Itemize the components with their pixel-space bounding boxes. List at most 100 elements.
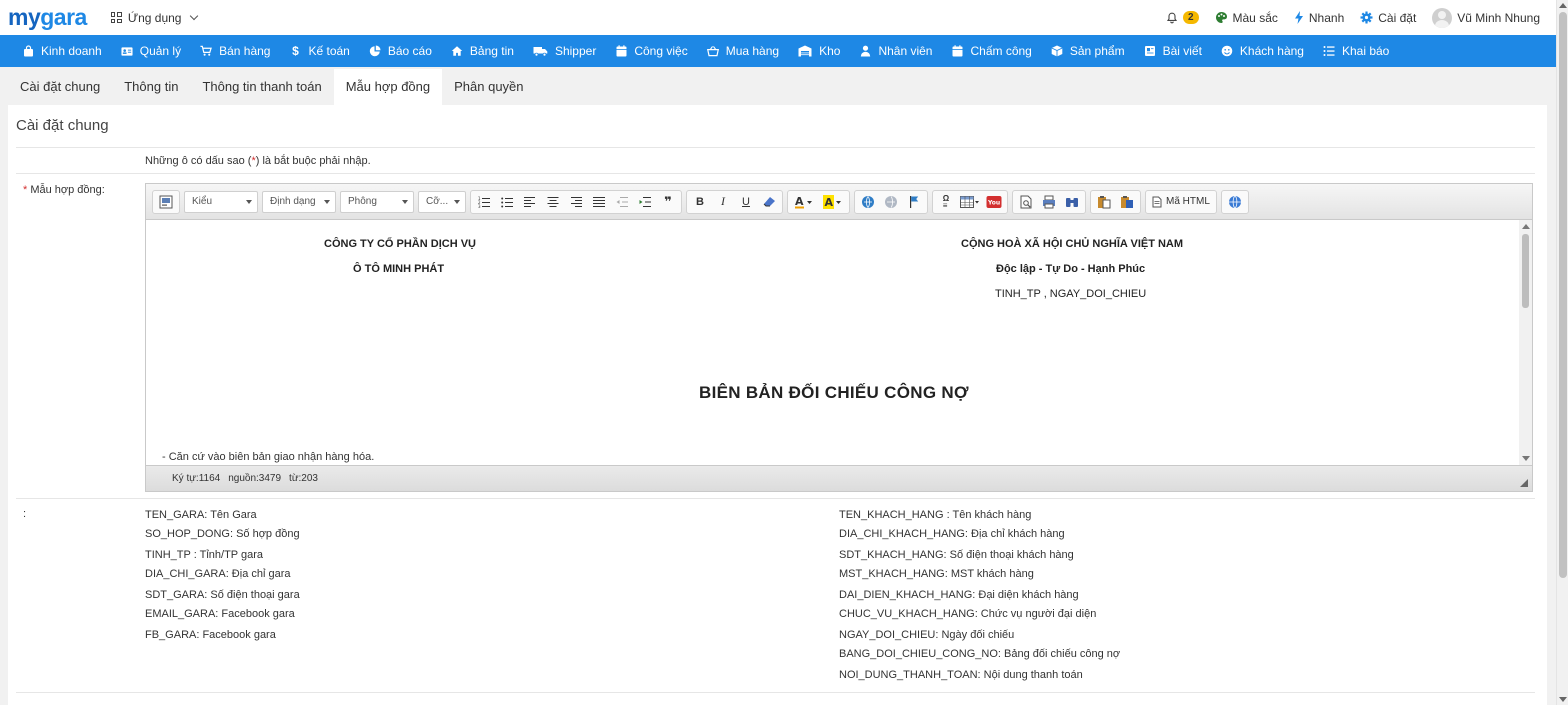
settings-button[interactable]: Cài đặt (1360, 11, 1416, 25)
underline-button[interactable]: U (735, 192, 757, 212)
page-scrollbar[interactable] (1556, 0, 1568, 705)
print-button[interactable] (1038, 192, 1060, 212)
align-center-button[interactable] (542, 192, 564, 212)
variable-item: DAI_DIEN_KHACH_HANG: Đại diện khách hàng (839, 589, 1079, 601)
insert-special-button[interactable]: Ω ≡ (935, 192, 957, 212)
mygara-logo[interactable]: mygara (8, 6, 87, 29)
nav-item-label: Nhân viên (878, 44, 933, 58)
tab-contract-template[interactable]: Mẫu hợp đồng (333, 69, 443, 105)
tab-permissions[interactable]: Phân quyền (442, 69, 535, 105)
font-size-dropdown-value: Cỡ... (426, 196, 449, 207)
nav-item-kinh-doanh[interactable]: Kinh doanh (14, 35, 113, 67)
align-left-button[interactable] (519, 192, 541, 212)
bold-button[interactable]: B (689, 192, 711, 212)
background-color-button[interactable]: A (819, 192, 847, 212)
variable-item: TEN_KHACH_HANG : Tên khách hàng (839, 509, 1032, 521)
find-button[interactable] (1061, 192, 1083, 212)
svg-text:A: A (795, 195, 804, 208)
nav-item-quan-ly[interactable]: Quản lý (113, 35, 192, 67)
editor-content-area[interactable]: CÔNG TY CỔ PHẦN DỊCH VỤ Ô TÔ MINH PHÁT C… (146, 220, 1532, 465)
nav-item-cham-cong[interactable]: Chấm công (943, 35, 1042, 67)
scroll-down-arrow-icon[interactable] (1522, 456, 1530, 461)
apps-menu-button[interactable]: Ứng dụng (110, 11, 199, 25)
unlink-button[interactable] (880, 192, 902, 212)
divider (16, 173, 1535, 174)
nav-item-nhan-vien[interactable]: Nhân viên (851, 35, 943, 67)
highlight-color-icon: A (823, 194, 841, 209)
divider (16, 147, 1535, 148)
preview-button[interactable] (1015, 192, 1037, 212)
nav-item-mua-hang[interactable]: Mua hàng (699, 35, 790, 67)
paste-text-button[interactable] (1093, 192, 1115, 212)
calendar-icon (615, 45, 627, 57)
style-dropdown[interactable]: Kiểu (184, 190, 258, 213)
nav-item-bao-cao[interactable]: Báo cáo (361, 35, 443, 67)
numbered-list-button[interactable]: 123 (473, 192, 495, 212)
resize-handle-icon[interactable] (1520, 479, 1528, 487)
font-dropdown[interactable]: Phông (340, 190, 414, 213)
editor-scrollbar-thumb[interactable] (1522, 234, 1529, 308)
text-color-button[interactable]: A (790, 192, 818, 212)
required-fields-note: Những ô có dấu sao (*) là bắt buộc phải … (145, 155, 371, 167)
editor-scrollbar[interactable] (1519, 220, 1532, 465)
indent-button[interactable] (634, 192, 656, 212)
lightning-icon (1294, 11, 1303, 24)
pie-chart-icon (369, 45, 381, 57)
justify-button[interactable] (588, 192, 610, 212)
paste-word-button[interactable] (1116, 192, 1138, 212)
scroll-down-arrow-icon[interactable] (1559, 697, 1567, 702)
warehouse-icon (798, 45, 812, 57)
bold-icon: B (696, 195, 704, 208)
page-scrollbar-thumb[interactable] (1559, 12, 1567, 578)
nav-item-label: Shipper (554, 44, 597, 58)
flag-icon (910, 195, 919, 208)
insert-youtube-button[interactable]: You (983, 192, 1005, 212)
scroll-up-arrow-icon[interactable] (1559, 3, 1567, 8)
bell-icon (1166, 12, 1177, 23)
nav-item-shipper[interactable]: Shipper (525, 35, 607, 67)
nav-item-label: Công việc (634, 44, 688, 58)
tab-general-settings[interactable]: Cài đặt chung (8, 69, 112, 105)
remove-format-button[interactable] (758, 192, 780, 212)
nav-item-khach-hang[interactable]: Khách hàng (1213, 35, 1315, 67)
align-right-button[interactable] (565, 192, 587, 212)
tab-info[interactable]: Thông tin (112, 69, 190, 105)
quick-actions-button[interactable]: Nhanh (1294, 11, 1344, 25)
home-icon (451, 45, 463, 57)
toolbar-group-text-style: B I U (686, 189, 783, 214)
variable-item: NGAY_DOI_CHIEU: Ngày đối chiếu (839, 629, 1015, 641)
format-dropdown[interactable]: Định dạng (262, 190, 336, 213)
required-note-text-pre: Những ô có dấu sao ( (145, 155, 252, 167)
tab-payment-info[interactable]: Thông tin thanh toán (190, 69, 333, 105)
nav-item-san-pham[interactable]: Sản phẩm (1043, 35, 1136, 67)
color-theme-button[interactable]: Màu sắc (1215, 11, 1278, 25)
nav-item-khai-bao[interactable]: Khai báo (1315, 35, 1400, 67)
anchor-button[interactable] (903, 192, 925, 212)
font-size-dropdown[interactable]: Cỡ... (418, 190, 466, 213)
nav-item-cong-viec[interactable]: Công việc (607, 35, 698, 67)
notifications-button[interactable]: 2 (1166, 11, 1199, 24)
scroll-up-arrow-icon[interactable] (1522, 224, 1530, 229)
list-icon (1323, 45, 1335, 57)
nav-item-ke-toan[interactable]: $ Kế toán (281, 35, 360, 67)
web-settings-button[interactable] (1224, 192, 1246, 212)
insert-table-button[interactable] (958, 192, 982, 212)
templates-button[interactable] (155, 192, 177, 212)
nav-item-ban-hang[interactable]: Bán hàng (192, 35, 281, 67)
id-card-icon (121, 45, 133, 57)
blockquote-button[interactable]: ❞ (657, 192, 679, 212)
outdent-button[interactable] (611, 192, 633, 212)
italic-button[interactable]: I (712, 192, 734, 212)
insert-link-button[interactable] (857, 192, 879, 212)
svg-text:You: You (987, 199, 1000, 206)
editor-toolbar: Kiểu Định dạng Phông Cỡ... 123 ❞ B I U A… (146, 184, 1532, 220)
main-nav: Kinh doanh Quản lý Bán hàng $ Kế toán Báo… (0, 35, 1556, 67)
html-source-button[interactable]: Mã HTML (1148, 192, 1214, 212)
nav-item-label: Quản lý (139, 44, 182, 58)
user-menu[interactable]: Vũ Minh Nhung (1432, 7, 1540, 28)
nav-item-kho[interactable]: Kho (790, 35, 851, 67)
bulleted-list-button[interactable] (496, 192, 518, 212)
nav-item-bang-tin[interactable]: Bảng tin (443, 35, 525, 67)
nav-item-bai-viet[interactable]: Bài viết (1136, 35, 1213, 67)
font-dropdown-value: Phông (348, 196, 377, 207)
